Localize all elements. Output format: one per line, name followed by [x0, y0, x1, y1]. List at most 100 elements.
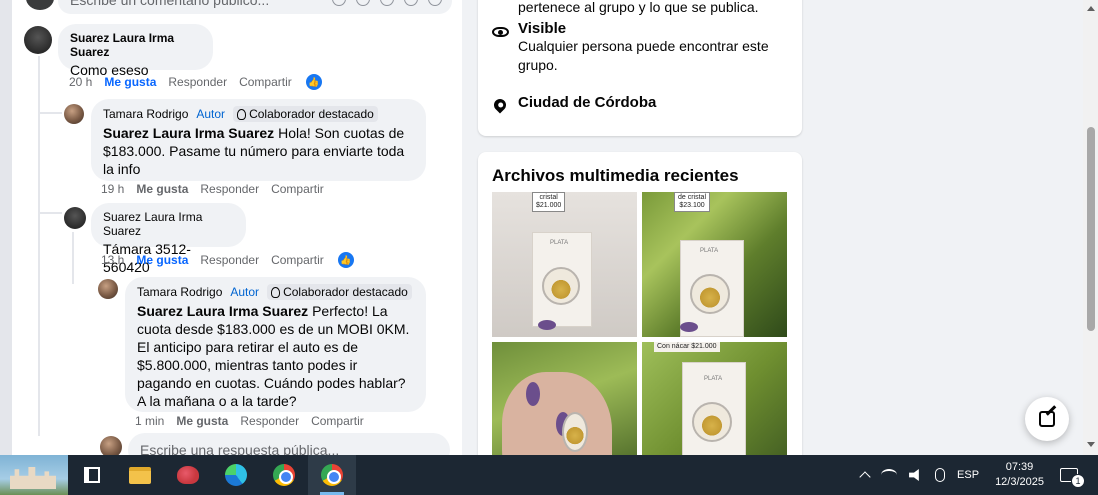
reply-input[interactable]: Escribe una respuesta pública...: [128, 433, 450, 455]
taskbar-chrome[interactable]: [260, 455, 308, 495]
microphone-icon: [935, 468, 946, 482]
emoji-icon[interactable]: [356, 0, 370, 6]
thread-line: [40, 212, 62, 214]
thread-line: [40, 112, 62, 114]
left-rail: [0, 0, 12, 455]
comment-input-tools: [332, 0, 442, 6]
new-message-button[interactable]: [1025, 397, 1069, 441]
comment-time[interactable]: 13 h: [101, 253, 124, 267]
clock[interactable]: 07:39 12/3/2025: [985, 455, 1054, 495]
taskbar-edge[interactable]: [212, 455, 260, 495]
scroll-down-arrow[interactable]: [1087, 442, 1095, 447]
taskbar-task-view[interactable]: [68, 455, 116, 495]
like-button[interactable]: Me gusta: [176, 414, 228, 428]
share-button[interactable]: Compartir: [311, 414, 364, 428]
author-badge: Autor: [230, 285, 260, 299]
avatar[interactable]: [24, 26, 52, 54]
avatar[interactable]: [100, 436, 122, 455]
author-badge: Autor: [196, 107, 226, 121]
reply-button[interactable]: Responder: [240, 414, 299, 428]
comment-author[interactable]: Tamara Rodrigo: [137, 285, 222, 299]
location-pin-icon: [491, 96, 509, 114]
camera-icon[interactable]: [380, 0, 394, 6]
like-button[interactable]: Me gusta: [104, 75, 156, 89]
comment-author[interactable]: Suarez Laura Irma Suarez: [70, 31, 201, 59]
avatar[interactable]: [98, 279, 118, 299]
share-button[interactable]: Compartir: [271, 182, 324, 196]
media-thumb[interactable]: Con nácar $21.000 PLATA: [642, 342, 787, 472]
chevron-up-icon: [859, 471, 871, 483]
media-thumb[interactable]: cristal $21.000 PLATA: [492, 192, 637, 337]
system-tray: ESP 07:39 12/3/2025 1: [855, 455, 1098, 495]
comment-actions: 1 min Me gusta Responder Compartir: [135, 414, 376, 428]
comment-actions: 20 h Me gusta Responder Compartir 👍: [69, 74, 334, 90]
taskbar-snipping-tool[interactable]: [164, 455, 212, 495]
clock-time: 07:39: [1005, 461, 1034, 473]
comment-actions: 19 h Me gusta Responder Compartir: [101, 182, 336, 196]
top-contributor-label: Colaborador destacado: [283, 285, 408, 299]
media-title: Archivos multimedia recientes: [492, 166, 739, 185]
chrome-profile-icon: [321, 464, 343, 486]
like-button[interactable]: Me gusta: [136, 253, 188, 267]
notification-count: 1: [1071, 474, 1085, 488]
comment-time[interactable]: 19 h: [101, 182, 124, 196]
wifi-icon: [881, 469, 898, 481]
group-about-card: pertenece al grupo y lo que se publica. …: [478, 0, 802, 136]
thread-line: [72, 232, 74, 284]
avatar-sticker-icon[interactable]: [332, 0, 346, 6]
media-thumb[interactable]: [492, 342, 637, 472]
comment-time[interactable]: 1 min: [135, 414, 164, 428]
notification-center[interactable]: 1: [1054, 455, 1098, 495]
mention-link[interactable]: Suarez Laura Irma Suarez: [137, 303, 308, 319]
taskbar-file-explorer[interactable]: [116, 455, 164, 495]
share-button[interactable]: Compartir: [271, 253, 324, 267]
about-partial-row: pertenece al grupo y lo que se publica.: [518, 0, 759, 17]
media-thumb[interactable]: de cristal $23.100 PLATA: [642, 192, 787, 337]
castle-wallpaper-icon: [10, 467, 56, 489]
thumb-top-label: de cristal: [678, 194, 707, 201]
comment-input[interactable]: Escribe un comentario público...: [58, 0, 452, 14]
like-button[interactable]: Me gusta: [136, 182, 188, 196]
reply-button[interactable]: Responder: [200, 182, 259, 196]
column-gap: [462, 0, 476, 455]
input-language[interactable]: ESP: [951, 455, 985, 495]
reply-button[interactable]: Responder: [200, 253, 259, 267]
mic-status[interactable]: [929, 455, 951, 495]
show-hidden-icons[interactable]: [855, 455, 875, 495]
scroll-up-arrow[interactable]: [1087, 6, 1095, 11]
compose-icon: [1039, 411, 1055, 427]
start-button[interactable]: [0, 455, 68, 495]
thumb-price-label: $21.000: [536, 202, 562, 209]
comment-input-placeholder: Escribe un comentario público...: [70, 0, 270, 8]
comment-header: Tamara Rodrigo Autor Colaborador destaca…: [103, 106, 414, 122]
comment-time[interactable]: 20 h: [69, 75, 92, 89]
like-reaction-icon[interactable]: 👍: [337, 252, 354, 268]
comment-text: Suarez Laura Irma Suarez Perfecto! La cu…: [137, 302, 414, 410]
top-contributor-badge: Colaborador destacado: [267, 284, 412, 300]
scrollbar-thumb[interactable]: [1087, 127, 1095, 331]
medal-icon: [271, 286, 281, 298]
mention-link[interactable]: Suarez Laura Irma Suarez: [103, 125, 274, 141]
visibility-title: Visible: [518, 20, 567, 37]
comment-author[interactable]: Suarez Laura Irma Suarez: [103, 210, 234, 238]
network-status[interactable]: [875, 455, 903, 495]
like-reaction-icon[interactable]: 👍: [305, 74, 322, 90]
reply-button[interactable]: Responder: [168, 75, 227, 89]
comment-actions: 13 h Me gusta Responder Compartir 👍: [101, 252, 366, 268]
share-button[interactable]: Compartir: [239, 75, 292, 89]
comment-bubble: Suarez Laura Irma Suarez Como eseso: [58, 24, 213, 78]
avatar[interactable]: [64, 104, 84, 124]
comment-author[interactable]: Tamara Rodrigo: [103, 107, 188, 121]
visibility-desc: Cualquier persona puede encontrar este g…: [518, 38, 769, 73]
top-contributor-badge: Colaborador destacado: [233, 106, 378, 122]
comment-text: Suarez Laura Irma Suarez Hola! Son cuota…: [103, 124, 414, 178]
visibility-row: Visible Cualquier persona puede encontra…: [492, 20, 778, 75]
thumb-top-label: Con nácar $21.000: [654, 342, 720, 352]
sticker-icon[interactable]: [428, 0, 442, 6]
location-name[interactable]: Ciudad de Córdoba: [518, 94, 656, 112]
volume-control[interactable]: [903, 455, 929, 495]
avatar[interactable]: [64, 207, 86, 229]
taskbar-chrome-profile[interactable]: [308, 455, 356, 495]
comment-bubble: Tamara Rodrigo Autor Colaborador destaca…: [125, 277, 426, 412]
gif-icon[interactable]: [404, 0, 418, 6]
